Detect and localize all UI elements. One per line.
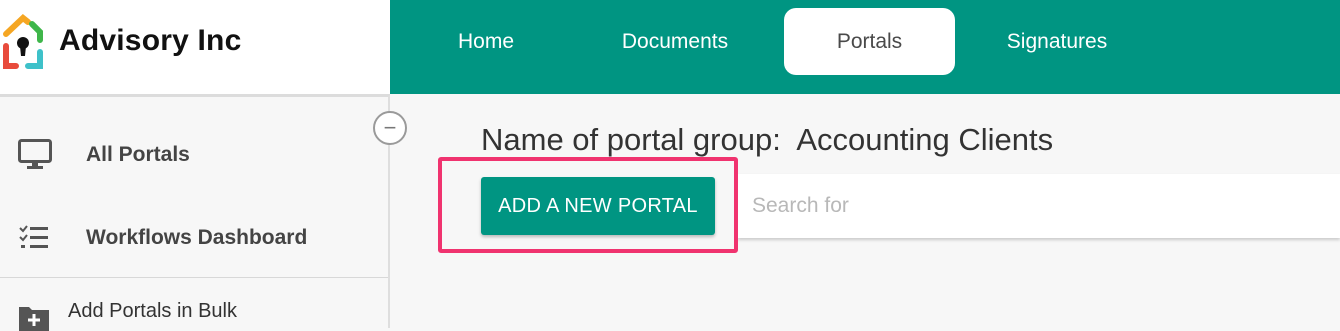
search-input[interactable] xyxy=(752,186,1312,226)
brand[interactable]: Advisory Inc xyxy=(0,0,390,94)
search-bar xyxy=(738,174,1340,238)
sidebar: All Portals Workflows Dashboard Add Port… xyxy=(0,94,390,331)
top-bar: Advisory Inc Home Documents Portals Sign… xyxy=(0,0,1340,94)
sidebar-item-all-portals[interactable]: All Portals xyxy=(0,127,388,183)
add-new-portal-button[interactable]: ADD A NEW PORTAL xyxy=(481,177,715,235)
sidebar-item-label: Workflows Dashboard xyxy=(86,226,308,249)
sidebar-item-workflows-dashboard[interactable]: Workflows Dashboard xyxy=(0,210,388,266)
nav-portals[interactable]: Portals xyxy=(784,8,955,75)
nav-documents[interactable]: Documents xyxy=(585,8,765,75)
nav-signatures[interactable]: Signatures xyxy=(980,8,1134,75)
brand-name: Advisory Inc xyxy=(59,24,242,57)
checklist-icon xyxy=(19,225,48,248)
main-nav: Home Documents Portals Signatures xyxy=(390,0,1340,94)
sidebar-item-label: Add Portals in Bulk xyxy=(68,299,237,322)
folder-plus-icon xyxy=(19,307,49,331)
monitor-icon xyxy=(18,139,52,169)
keyhole-house-logo-icon xyxy=(3,14,43,69)
sidebar-item-label: All Portals xyxy=(86,143,190,166)
nav-home[interactable]: Home xyxy=(427,8,545,75)
sidebar-item-add-portals-bulk[interactable]: Add Portals in Bulk xyxy=(0,291,388,331)
collapse-sidebar-button[interactable]: − xyxy=(373,111,407,145)
sidebar-divider xyxy=(0,277,388,278)
page-title: Name of portal group: Accounting Clients xyxy=(481,122,1054,157)
